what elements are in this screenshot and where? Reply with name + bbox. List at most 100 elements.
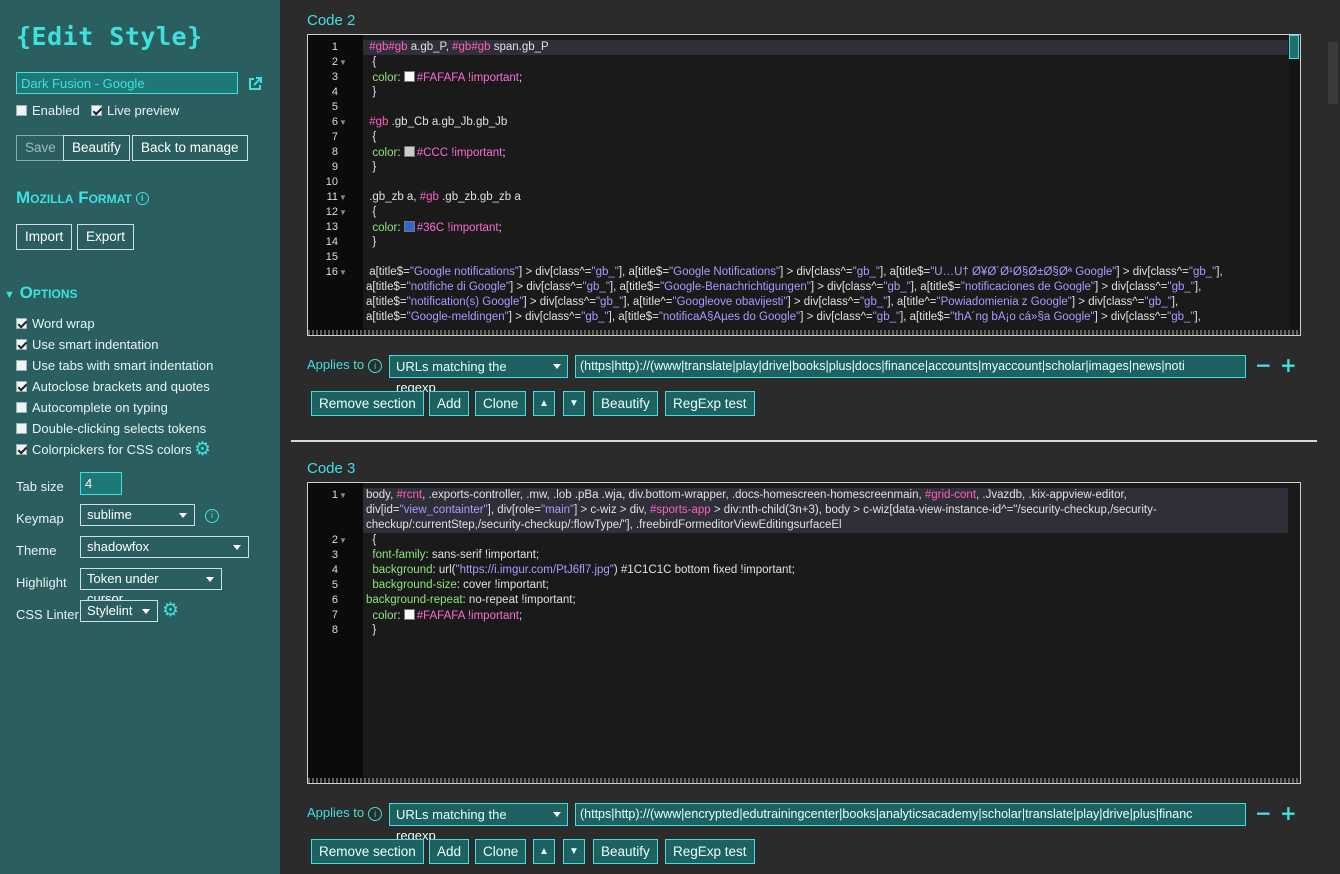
editor-scrollbar[interactable] xyxy=(1289,35,1299,330)
option-checkbox[interactable] xyxy=(16,339,27,350)
remove-section-button[interactable]: Remove section xyxy=(311,391,424,416)
beautify-button[interactable]: Beautify xyxy=(63,135,130,161)
code-line[interactable]: background-size: cover !important; xyxy=(366,579,1288,591)
fold-arrow-icon[interactable]: ▼ xyxy=(339,268,347,277)
resize-handle[interactable] xyxy=(308,778,1300,783)
option-colorpickers-for-css-colors[interactable]: Colorpickers for CSS colors xyxy=(16,442,192,457)
beautify-section-button[interactable]: Beautify xyxy=(593,839,658,864)
fold-arrow-icon[interactable]: ▼ xyxy=(339,536,347,545)
resize-handle[interactable] xyxy=(308,330,1300,335)
applies-type-select[interactable]: URLs matching the regexp xyxy=(389,355,568,395)
live-preview-checkbox[interactable]: Live preview xyxy=(91,103,179,118)
move-up-button[interactable]: ▲ xyxy=(533,839,555,864)
keymap-select[interactable]: sublime xyxy=(80,504,195,526)
code-line[interactable]: background-repeat: no-repeat !important; xyxy=(366,594,1288,606)
move-down-button[interactable]: ▼ xyxy=(563,839,585,864)
highlight-select[interactable]: Token under cursor xyxy=(80,568,222,606)
code-line[interactable]: a[title$="notifiche di Google"] > div[cl… xyxy=(366,281,1288,293)
code-line[interactable]: a[title$="Google-meldingen"] > div[class… xyxy=(366,311,1288,323)
code-line[interactable]: } xyxy=(366,624,1288,636)
option-use-tabs-with-smart-indentation[interactable]: Use tabs with smart indentation xyxy=(16,358,213,373)
fold-arrow-icon[interactable]: ▼ xyxy=(339,208,347,217)
code-line[interactable]: } xyxy=(366,86,1288,98)
code-line[interactable]: div[id="view_containter"], div[role="mai… xyxy=(366,504,1288,516)
code-line[interactable]: { xyxy=(366,56,1288,68)
code-line[interactable]: } xyxy=(366,236,1288,248)
applies-type-select[interactable]: URLs matching the regexp xyxy=(389,803,568,843)
option-checkbox[interactable] xyxy=(16,423,27,434)
export-button[interactable]: Export xyxy=(77,224,135,250)
color-swatch-icon[interactable] xyxy=(403,609,415,620)
code-line[interactable]: #gb .gb_Cb a.gb_Jb.gb_Jb xyxy=(366,116,1288,128)
option-checkbox[interactable] xyxy=(16,444,27,455)
options-heading[interactable]: ▼ Options xyxy=(4,283,78,303)
beautify-section-button[interactable]: Beautify xyxy=(593,391,658,416)
clone-section-button[interactable]: Clone xyxy=(475,839,527,864)
code-line[interactable]: font-family: sans-serif !important; xyxy=(366,549,1288,561)
gear-icon[interactable]: ⚙ xyxy=(162,601,179,620)
code-line[interactable]: } xyxy=(366,161,1288,173)
code-line[interactable]: a[title$="Google notifications"] > div[c… xyxy=(366,266,1288,278)
regexp-input[interactable]: (https|http)://(www|translate|play|drive… xyxy=(575,355,1246,378)
code-line[interactable]: background: url("https://i.imgur.com/PtJ… xyxy=(366,564,1288,576)
code-line[interactable]: checkup/:currentStep,/security-checkup/:… xyxy=(366,519,1288,531)
code-line[interactable]: color: #CCC !important; xyxy=(366,146,1288,159)
option-autoclose-brackets-and-quotes[interactable]: Autoclose brackets and quotes xyxy=(16,379,210,394)
back-to-manage-button[interactable]: Back to manage xyxy=(132,135,248,161)
code-line[interactable]: { xyxy=(366,534,1288,546)
code-line[interactable]: color: #FAFAFA !important; xyxy=(366,71,1288,84)
fold-arrow-icon[interactable]: ▼ xyxy=(339,118,347,127)
info-icon[interactable]: i xyxy=(368,806,383,821)
style-name-input[interactable]: Dark Fusion - Google xyxy=(16,72,238,94)
page-scrollbar-thumb[interactable] xyxy=(1328,42,1338,104)
gear-icon[interactable]: ⚙ xyxy=(194,440,211,459)
live-preview-box[interactable] xyxy=(91,105,102,116)
option-checkbox[interactable] xyxy=(16,402,27,413)
option-autocomplete-on-typing[interactable]: Autocomplete on typing xyxy=(16,400,168,415)
option-checkbox[interactable] xyxy=(16,381,27,392)
move-down-button[interactable]: ▼ xyxy=(563,391,585,416)
import-button[interactable]: Import xyxy=(16,224,73,250)
code-line[interactable]: color: #FAFAFA !important; xyxy=(366,609,1288,622)
info-icon[interactable]: i xyxy=(135,192,149,206)
code-line[interactable]: .gb_zb a, #gb .gb_zb.gb_zb a xyxy=(366,191,1288,203)
tab-size-input[interactable]: 4 xyxy=(80,472,122,495)
option-use-smart-indentation[interactable]: Use smart indentation xyxy=(16,337,158,352)
code-line[interactable]: color: #36C !important; xyxy=(366,221,1288,234)
code-line[interactable]: body, #rcnt, .exports-controller, .mw, .… xyxy=(366,489,1288,501)
theme-select[interactable]: shadowfox xyxy=(80,536,249,558)
color-swatch-icon[interactable] xyxy=(403,146,415,157)
plus-icon[interactable]: + xyxy=(1280,355,1297,375)
code-line[interactable]: #gb#gb a.gb_P, #gb#gb span.gb_P xyxy=(366,41,1288,53)
regexp-test-button[interactable]: RegExp test xyxy=(665,839,755,864)
minus-icon[interactable]: − xyxy=(1255,355,1272,375)
clone-section-button[interactable]: Clone xyxy=(475,391,527,416)
external-link-icon[interactable] xyxy=(248,77,262,91)
enabled-checkbox[interactable]: Enabled xyxy=(16,103,80,118)
code-editor[interactable]: 1 #gb#gb a.gb_P, #gb#gb span.gb_P 2 ▼ {3 c… xyxy=(307,34,1301,336)
save-button[interactable]: Save xyxy=(16,135,65,161)
remove-section-button[interactable]: Remove section xyxy=(311,839,424,864)
regexp-test-button[interactable]: RegExp test xyxy=(665,391,755,416)
color-swatch-icon[interactable] xyxy=(403,71,415,82)
add-section-button[interactable]: Add xyxy=(429,839,470,864)
code-line[interactable]: { xyxy=(366,131,1288,143)
move-up-button[interactable]: ▲ xyxy=(533,391,555,416)
css-linter-select[interactable]: Stylelint xyxy=(80,600,158,622)
editor-scrollbar-thumb[interactable] xyxy=(1289,35,1299,59)
fold-arrow-icon[interactable]: ▼ xyxy=(339,58,347,67)
info-icon[interactable]: i xyxy=(205,509,219,523)
regexp-input[interactable]: (https|http)://(www|encrypted|edutrainin… xyxy=(575,803,1246,826)
color-swatch-icon[interactable] xyxy=(403,221,415,232)
fold-arrow-icon[interactable]: ▼ xyxy=(339,491,347,500)
minus-icon[interactable]: − xyxy=(1255,803,1272,823)
plus-icon[interactable]: + xyxy=(1280,803,1297,823)
fold-arrow-icon[interactable]: ▼ xyxy=(339,193,347,202)
enabled-box[interactable] xyxy=(16,105,27,116)
page-scrollbar[interactable] xyxy=(1326,0,1340,874)
code-line[interactable]: { xyxy=(366,206,1288,218)
add-section-button[interactable]: Add xyxy=(429,391,470,416)
option-checkbox[interactable] xyxy=(16,360,27,371)
info-icon[interactable]: i xyxy=(368,358,383,373)
option-double-clicking-selects-tokens[interactable]: Double-clicking selects tokens xyxy=(16,421,206,436)
